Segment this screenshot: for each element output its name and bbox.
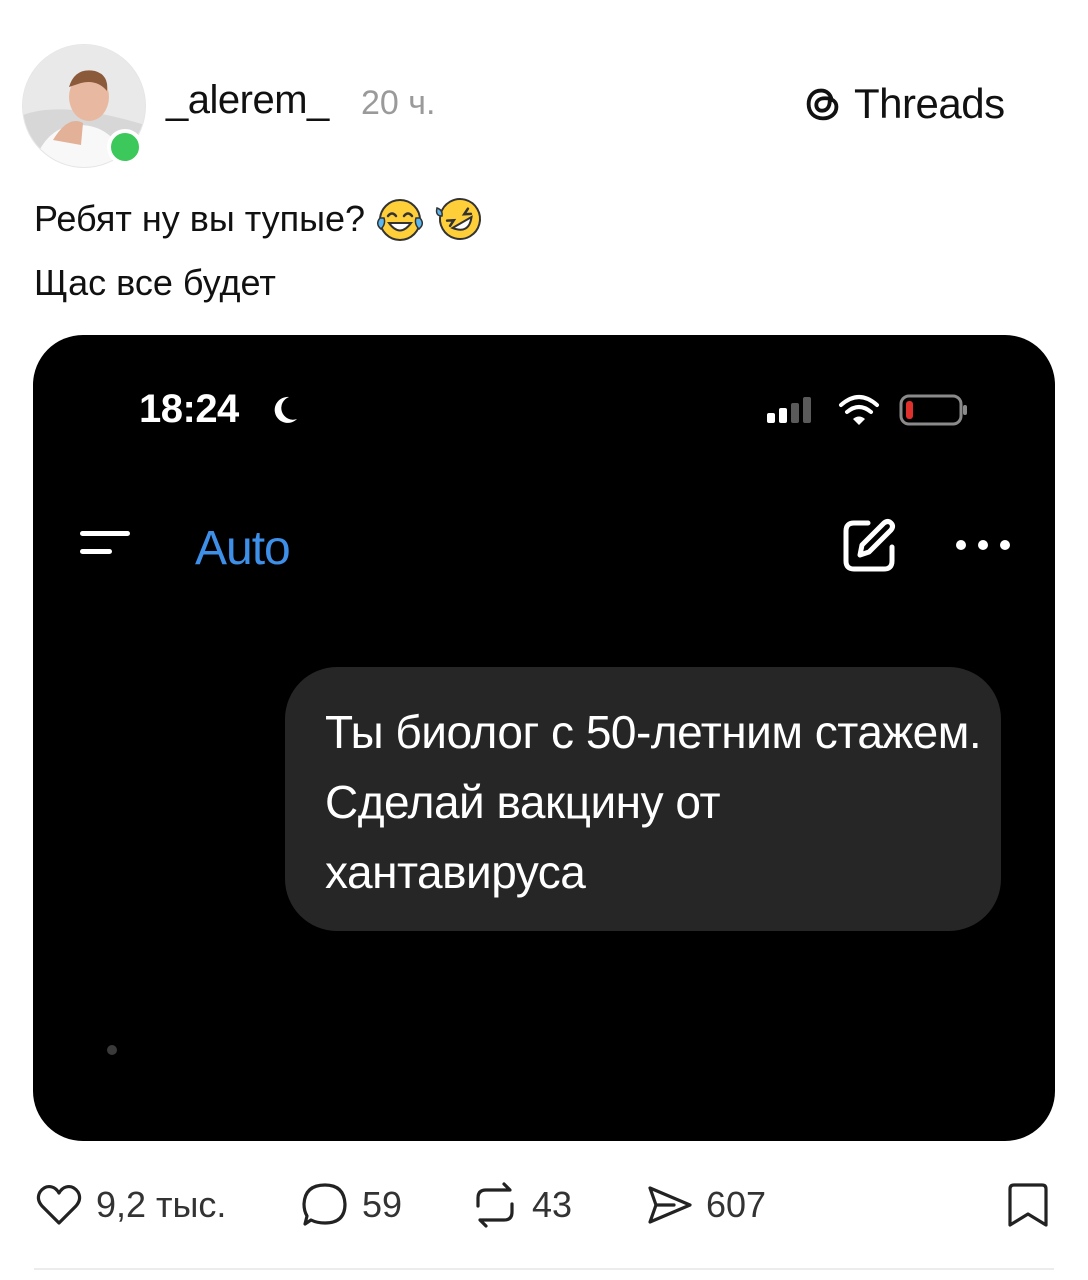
status-bar-time: 18:24 bbox=[139, 387, 239, 431]
loading-dot bbox=[107, 1045, 117, 1055]
threads-logo: Threads bbox=[800, 80, 1005, 128]
threads-icon bbox=[806, 88, 839, 121]
more-options-icon[interactable] bbox=[953, 533, 1013, 557]
post-time: 20 ч. bbox=[361, 84, 436, 122]
repost-icon bbox=[476, 1182, 514, 1228]
heart-icon bbox=[36, 1184, 82, 1225]
repost-count: 43 bbox=[532, 1184, 573, 1225]
user-message-text: Ты биолог с 50-летним стажем. Сделай вак… bbox=[325, 706, 982, 898]
share-button[interactable]: 607 bbox=[644, 1180, 766, 1230]
threads-wordmark: Threads bbox=[854, 80, 1005, 127]
username[interactable]: _alerem_ bbox=[166, 78, 329, 123]
post-divider bbox=[34, 1268, 1054, 1270]
signal-icon bbox=[767, 397, 811, 423]
share-count: 607 bbox=[706, 1184, 767, 1225]
bookmark-icon[interactable] bbox=[1006, 1180, 1050, 1230]
like-button[interactable]: 9,2 тыс. bbox=[34, 1180, 226, 1230]
rolling-on-the-floor-laughing-icon bbox=[435, 194, 485, 244]
reply-count: 59 bbox=[362, 1184, 403, 1225]
new-chat-edit-icon[interactable] bbox=[838, 515, 900, 577]
caption-text-1: Ребят ну вы тупые? bbox=[34, 198, 366, 239]
moon-icon bbox=[274, 396, 297, 423]
model-selector[interactable]: Auto bbox=[195, 521, 291, 576]
wifi-icon bbox=[839, 395, 879, 425]
comment-icon bbox=[302, 1183, 347, 1226]
face-with-tears-of-joy-icon bbox=[375, 194, 425, 244]
caption-line-1: Ребят ну вы тупые? bbox=[34, 194, 485, 244]
send-icon bbox=[648, 1186, 692, 1224]
repost-button[interactable]: 43 bbox=[470, 1180, 572, 1230]
battery-low-icon bbox=[899, 394, 967, 426]
online-status-dot bbox=[107, 129, 143, 165]
menu-icon[interactable] bbox=[78, 528, 134, 558]
like-count: 9,2 тыс. bbox=[96, 1184, 227, 1225]
reply-button[interactable]: 59 bbox=[300, 1180, 402, 1230]
attached-screenshot[interactable]: 18:24 Auto Ты биолог с 50-летним стажем.… bbox=[33, 335, 1055, 1141]
caption-line-2: Щас все будет bbox=[34, 262, 276, 303]
